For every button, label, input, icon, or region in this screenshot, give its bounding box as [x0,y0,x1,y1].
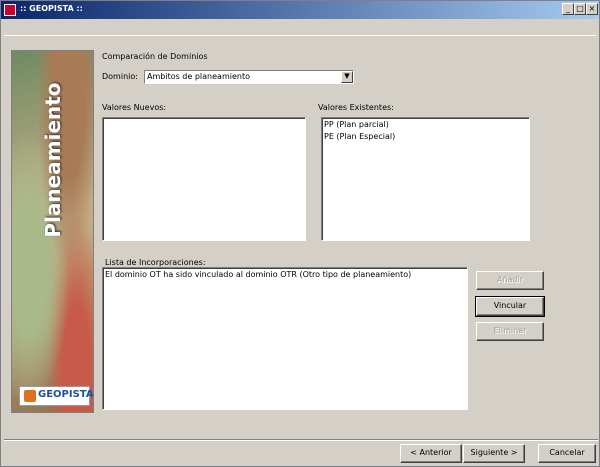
logo-text: GEOPISTA [38,389,94,400]
list-item[interactable]: PE (Plan Especial) [322,130,529,142]
logo-icon [24,390,36,402]
valores-existentes-label: Valores Existentes: [318,103,394,112]
vincular-button[interactable]: Vincular [475,296,545,317]
dominio-select[interactable]: Ambitos de planeamiento ▼ [144,70,354,84]
siguiente-button[interactable]: Siguiente > [463,444,525,463]
maximize-button[interactable]: □ [574,3,586,15]
app-icon [4,4,16,16]
title-bar[interactable]: :: GEOPISTA :: _ □ × [1,1,599,19]
valores-existentes-list[interactable]: PP (Plan parcial) PE (Plan Especial) [321,117,530,241]
valores-nuevos-list[interactable] [102,117,306,241]
wizard-window: :: GEOPISTA :: _ □ × Planeamiento GEOPIS… [0,0,600,467]
incorporaciones-label: Lista de Incorporaciones: [105,258,206,267]
section-title: Comparación de Dominios [102,52,208,61]
list-item[interactable]: El dominio OT ha sido vinculado al domin… [103,268,467,280]
window-title: :: GEOPISTA :: [20,4,83,13]
anterior-button[interactable]: < Anterior [400,444,462,463]
valores-nuevos-label: Valores Nuevos: [102,103,167,112]
close-button[interactable]: × [586,3,598,15]
sidebar-map-image: Planeamiento GEOPISTA [11,50,94,413]
eliminar-button[interactable]: Eliminar [476,322,544,341]
divider [4,439,598,441]
minimize-button[interactable]: _ [562,3,574,15]
incorporaciones-list[interactable]: El dominio OT ha sido vinculado al domin… [102,267,468,410]
cancelar-button[interactable]: Cancelar [538,444,596,463]
dominio-label: Dominio: [102,72,138,81]
chevron-down-icon[interactable]: ▼ [341,71,353,83]
list-item[interactable]: PP (Plan parcial) [322,118,529,130]
geopista-logo: GEOPISTA [19,386,93,406]
dominio-selected-value: Ambitos de planeamiento [147,72,250,81]
anadir-button[interactable]: Añadir [476,271,544,290]
sidebar-title: Planeamiento [41,82,65,238]
